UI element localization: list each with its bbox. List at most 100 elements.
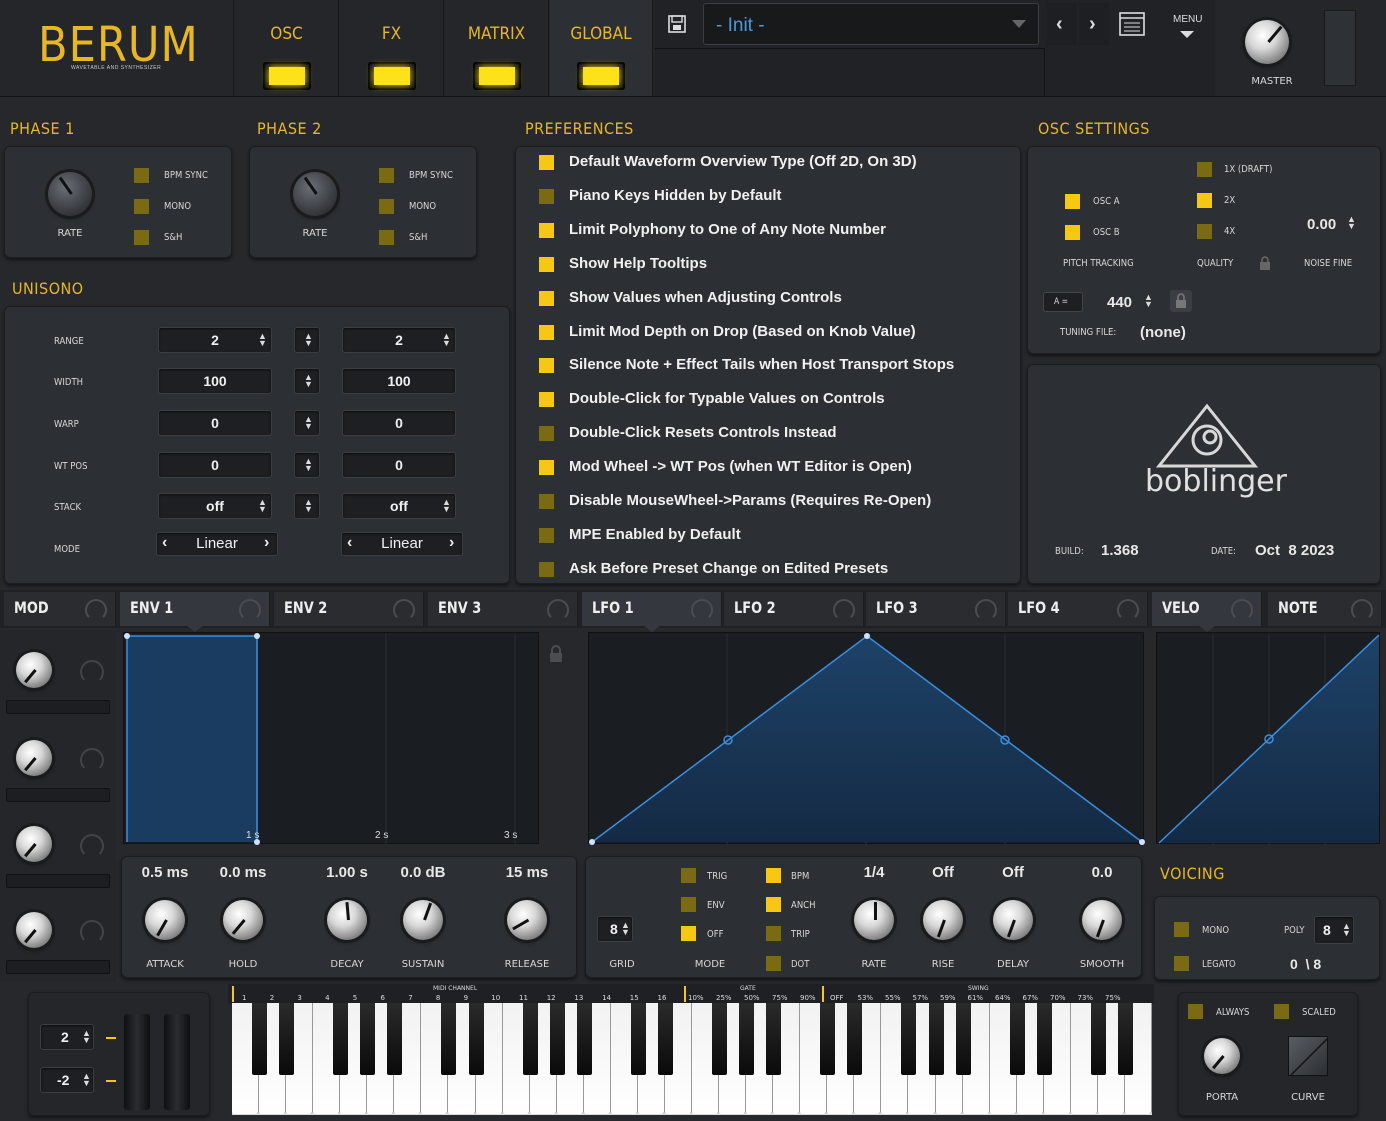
preference-checkbox[interactable] <box>539 290 554 306</box>
mod-ring-icon[interactable] <box>80 660 104 684</box>
pitch-up-spinner[interactable]: ▲ ▼ <box>82 1029 91 1045</box>
trig-checkbox[interactable] <box>681 868 696 883</box>
preference-checkbox[interactable] <box>539 256 554 272</box>
keyboard[interactable] <box>232 1003 1152 1115</box>
gate-option[interactable]: 10% <box>688 994 704 1002</box>
unisono-value-b[interactable]: 0 <box>342 452 456 478</box>
porta-knob[interactable] <box>1204 1038 1240 1074</box>
mod-knob[interactable] <box>16 912 52 948</box>
piano-black-key[interactable] <box>549 1003 565 1075</box>
midi-channel-option[interactable]: 4 <box>325 994 329 1002</box>
piano-black-key[interactable] <box>928 1003 944 1075</box>
tab-env-1[interactable]: ENV 1 <box>120 592 270 632</box>
preference-checkbox[interactable] <box>539 494 554 509</box>
tab-mod[interactable]: MOD <box>4 592 116 626</box>
gate-option[interactable]: 75% <box>772 994 788 1002</box>
tab-lfo-4[interactable]: LFO 4 <box>1008 592 1148 626</box>
gate-option[interactable]: 90% <box>800 994 816 1002</box>
preference-item[interactable]: Piano Keys Hidden by Default <box>539 187 1009 207</box>
swing-option[interactable]: 75% <box>1105 994 1121 1002</box>
preference-checkbox[interactable] <box>539 155 554 170</box>
mod-amount-bar[interactable] <box>6 960 110 974</box>
lock-icon[interactable] <box>1259 256 1271 270</box>
a-frequency-value[interactable]: 440 <box>1107 294 1132 311</box>
quality-1x-checkbox[interactable] <box>1197 162 1212 177</box>
mod-ring-icon[interactable] <box>80 920 104 944</box>
tab-lfo-2[interactable]: LFO 2 <box>724 592 864 626</box>
piano-black-key[interactable] <box>630 1003 646 1075</box>
swing-option[interactable]: 61% <box>968 994 984 1002</box>
midi-channel-option[interactable]: 12 <box>547 994 556 1002</box>
bpm-checkbox[interactable] <box>766 868 781 883</box>
midi-channel-option[interactable]: 3 <box>297 994 301 1002</box>
a-frequency-spinner[interactable]: ▲ ▼ <box>1144 293 1153 309</box>
trip-checkbox[interactable] <box>766 926 781 941</box>
unisono-spinner-a[interactable]: ▲ ▼ <box>258 332 267 348</box>
mod-knob[interactable] <box>16 652 52 688</box>
preference-item[interactable]: Mod Wheel -> WT Pos (when WT Editor is O… <box>539 458 1009 478</box>
tab-fx[interactable]: FX <box>340 0 444 96</box>
preference-checkbox[interactable] <box>539 426 554 442</box>
preference-checkbox[interactable] <box>539 392 554 408</box>
osc-b-checkbox[interactable] <box>1065 225 1080 240</box>
a-reference-button[interactable]: A = <box>1043 292 1083 312</box>
midi-channel-option[interactable]: 6 <box>381 994 385 1002</box>
preference-item[interactable]: Disable MouseWheel->Params (Requires Re-… <box>539 492 1009 512</box>
grid-spinner[interactable]: ▲ ▼ <box>621 921 630 937</box>
master-knob[interactable] <box>1245 20 1289 64</box>
tab-velo[interactable]: VELO <box>1152 592 1262 632</box>
preference-item[interactable]: Default Waveform Overview Type (Off 2D, … <box>539 153 1009 173</box>
piano-black-key[interactable] <box>657 1003 673 1075</box>
swing-option[interactable]: 67% <box>1023 994 1039 1002</box>
phase2-mono-checkbox[interactable] <box>379 199 394 214</box>
preference-checkbox[interactable] <box>539 561 554 577</box>
chevron-left-icon[interactable]: ‹ <box>162 534 167 552</box>
piano-black-key[interactable] <box>576 1003 592 1075</box>
unisono-mode-b[interactable]: Linear <box>341 532 463 556</box>
piano-black-key[interactable] <box>360 1003 376 1075</box>
env-knob-hold[interactable] <box>223 900 263 940</box>
tab-env-3[interactable]: ENV 3 <box>428 592 578 626</box>
save-icon[interactable] <box>667 14 687 34</box>
mod-ring-icon[interactable] <box>80 748 104 772</box>
quality-4x-checkbox[interactable] <box>1197 224 1212 239</box>
midi-channel-option[interactable]: 15 <box>630 994 639 1002</box>
preset-select[interactable]: - Init - <box>703 3 1039 45</box>
swing-option[interactable]: OFF <box>830 994 844 1002</box>
curve-button[interactable] <box>1288 1036 1328 1076</box>
piano-black-key[interactable] <box>279 1003 295 1075</box>
unisono-spinner-b[interactable]: ▲ ▼ <box>442 498 451 514</box>
swing-option[interactable]: 73% <box>1078 994 1094 1002</box>
mod-ring-icon[interactable] <box>80 834 104 858</box>
unisono-value-a[interactable]: 0 <box>158 452 272 478</box>
unisono-value-a[interactable]: 0 <box>158 410 272 436</box>
swing-option[interactable]: 53% <box>858 994 874 1002</box>
browser-icon[interactable] <box>1113 3 1153 45</box>
preference-checkbox[interactable] <box>539 324 554 340</box>
anch-checkbox[interactable] <box>766 897 781 912</box>
preference-item[interactable]: Limit Polyphony to One of Any Note Numbe… <box>539 221 1009 241</box>
noise-fine-spinner[interactable]: ▲ ▼ <box>1347 215 1356 231</box>
midi-channel-option[interactable]: 11 <box>519 994 528 1002</box>
unisono-value-a[interactable]: 2 <box>158 327 272 353</box>
piano-black-key[interactable] <box>1009 1003 1025 1075</box>
piano-black-key[interactable] <box>1036 1003 1052 1075</box>
preference-item[interactable]: MPE Enabled by Default <box>539 526 1009 546</box>
lfo-graph[interactable] <box>588 632 1145 845</box>
env-checkbox[interactable] <box>681 897 696 912</box>
chevron-right-icon[interactable]: › <box>264 534 269 552</box>
piano-black-key[interactable] <box>820 1003 836 1075</box>
piano-black-key[interactable] <box>712 1003 728 1075</box>
mod-knob[interactable] <box>16 740 52 776</box>
mod-amount-bar[interactable] <box>6 788 110 802</box>
chevron-right-icon[interactable]: › <box>449 534 454 552</box>
piano-black-key[interactable] <box>766 1003 782 1075</box>
swing-option[interactable]: 59% <box>940 994 956 1002</box>
phase1-sh-checkbox[interactable] <box>134 230 149 245</box>
dot-checkbox[interactable] <box>766 956 781 971</box>
pitch-wheel[interactable] <box>124 1014 150 1110</box>
preference-item[interactable]: Ask Before Preset Change on Edited Prese… <box>539 560 1009 580</box>
gate-option[interactable]: 50% <box>744 994 760 1002</box>
next-preset-button[interactable]: › <box>1079 3 1109 45</box>
piano-black-key[interactable] <box>441 1003 457 1075</box>
